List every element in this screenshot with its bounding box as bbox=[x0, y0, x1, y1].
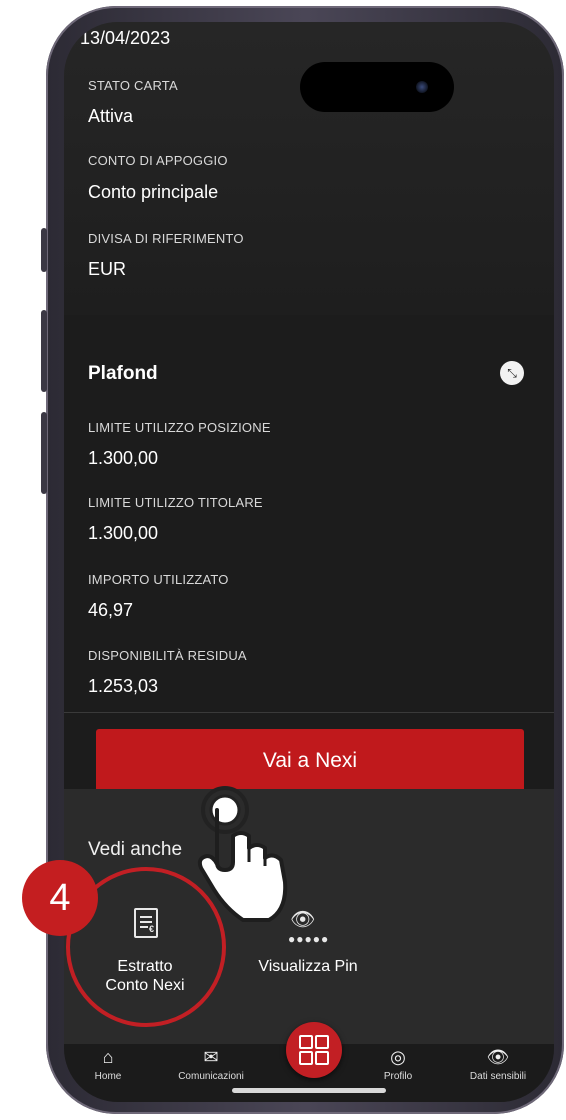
disponibilita-value: 1.253,03 bbox=[88, 676, 159, 696]
divisa-value: EUR bbox=[88, 259, 127, 279]
disponibilita-label: DISPONIBILITÀ RESIDUA bbox=[88, 648, 247, 663]
importo-utilizzato-value: 46,97 bbox=[88, 600, 134, 620]
importo-utilizzato-label: IMPORTO UTILIZZATO bbox=[88, 572, 229, 587]
dynamic-island bbox=[300, 62, 454, 112]
profile-icon: ◎ bbox=[390, 1047, 406, 1067]
conto-appoggio-value: Conto principale bbox=[88, 182, 219, 202]
limite-posizione-value: 1.300,00 bbox=[88, 448, 159, 468]
nav-comunicazioni-label: Comunicazioni bbox=[178, 1071, 244, 1082]
nav-profilo[interactable]: ◎ Profilo bbox=[368, 1046, 428, 1082]
divider bbox=[64, 712, 554, 713]
nav-dati-sensibili[interactable]: 👁 Dati sensibili bbox=[452, 1046, 544, 1082]
side-button bbox=[41, 310, 47, 392]
limite-titolare-value: 1.300,00 bbox=[88, 523, 159, 543]
nav-dati-sensibili-label: Dati sensibili bbox=[469, 1071, 527, 1082]
nav-home[interactable]: ⌂ Home bbox=[84, 1046, 132, 1082]
home-indicator bbox=[232, 1088, 386, 1093]
card-details-panel: 13/04/2023 STATO CARTA Attiva CONTO DI A… bbox=[64, 22, 554, 315]
nav-home-label: Home bbox=[94, 1071, 122, 1082]
stato-carta-label: STATO CARTA bbox=[88, 78, 178, 93]
conto-appoggio-label: CONTO DI APPOGGIO bbox=[88, 153, 228, 168]
bottom-navigation: ⌂ Home ✉ Comunicazioni ◎ Profilo 👁 Dati … bbox=[64, 1022, 554, 1102]
eye-icon: 👁 bbox=[486, 1047, 510, 1067]
limite-posizione-label: LIMITE UTILIZZO POSIZIONE bbox=[88, 420, 271, 435]
step-number-badge: 4 bbox=[22, 860, 98, 936]
camera-icon bbox=[416, 81, 428, 93]
limite-titolare-label: LIMITE UTILIZZO TITOLARE bbox=[88, 495, 263, 510]
plafond-panel: Plafond ⤡ LIMITE UTILIZZO POSIZIONE 1.30… bbox=[64, 315, 554, 793]
date-value: 13/04/2023 bbox=[80, 28, 171, 48]
side-button bbox=[41, 228, 47, 272]
vai-a-nexi-button[interactable]: Vai a Nexi bbox=[96, 729, 524, 793]
pointing-hand-icon bbox=[197, 786, 288, 922]
vedi-anche-title: Vedi anche bbox=[88, 839, 183, 860]
stato-carta-value: Attiva bbox=[88, 106, 134, 126]
side-button bbox=[41, 412, 47, 494]
divisa-label: DIVISA DI RIFERIMENTO bbox=[88, 231, 244, 246]
expand-icon[interactable]: ⤡ bbox=[500, 361, 524, 385]
plafond-title: Plafond bbox=[88, 363, 158, 384]
home-icon: ⌂ bbox=[102, 1047, 114, 1067]
nav-profilo-label: Profilo bbox=[383, 1071, 413, 1082]
